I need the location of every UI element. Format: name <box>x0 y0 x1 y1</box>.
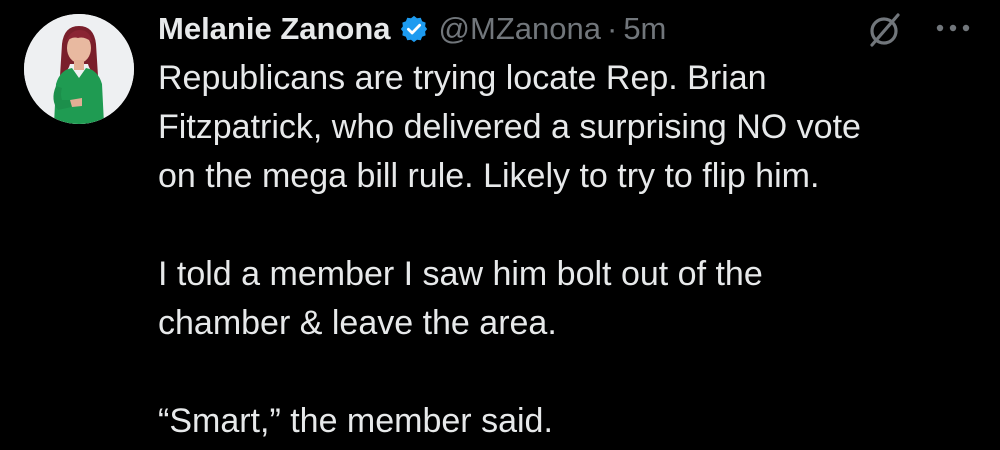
tweet-text-line: Fitzpatrick, who delivered a surprising … <box>158 108 861 146</box>
paragraph-break <box>158 348 988 397</box>
avatar-image <box>24 14 134 124</box>
paragraph-break <box>158 201 988 250</box>
tweet-text-line: Republicans are trying locate Rep. Brian <box>158 59 767 97</box>
tweet-text-line: I told a member I saw him bolt out of th… <box>158 255 763 293</box>
author-handle[interactable]: @MZanona <box>439 11 601 47</box>
timestamp[interactable]: 5m <box>623 11 666 47</box>
tweet-header: Melanie Zanona @MZanona · 5m <box>158 6 666 52</box>
avatar[interactable] <box>24 14 134 124</box>
verified-badge-icon <box>399 14 429 44</box>
more-options-icon[interactable] <box>930 8 976 48</box>
tweet-text-line: chamber & leave the area. <box>158 304 557 342</box>
tweet-text: Republicans are trying locate Rep. Brian… <box>158 54 988 446</box>
tweet-text-line: on the mega bill rule. Likely to try to … <box>158 157 820 195</box>
separator-dot: · <box>606 11 618 46</box>
author-display-name[interactable]: Melanie Zanona <box>158 11 391 47</box>
grok-icon[interactable] <box>864 10 904 50</box>
tweet-text-line: “Smart,” the member said. <box>158 402 553 440</box>
tweet: Melanie Zanona @MZanona · 5m Republicans… <box>0 0 1000 450</box>
